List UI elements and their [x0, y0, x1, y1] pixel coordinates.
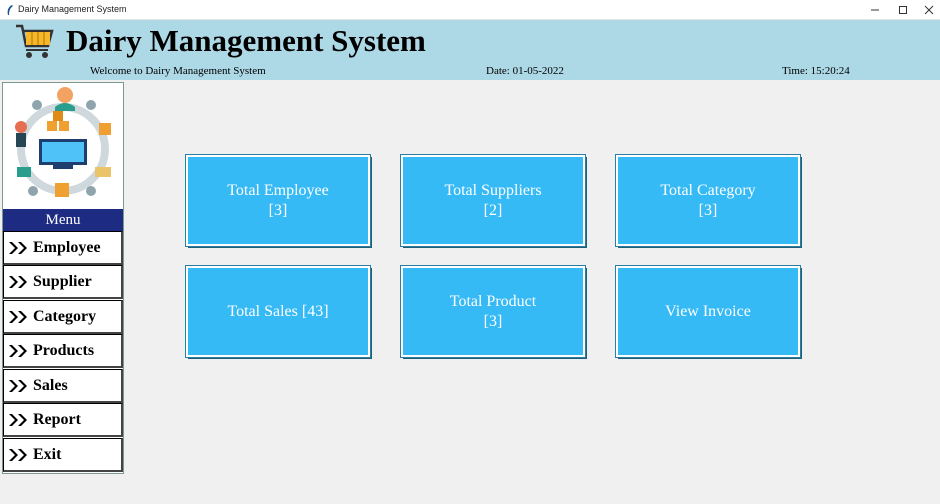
sidebar-item-label: Supplier — [33, 272, 92, 290]
sidebar: Menu Employee Supplier Category Products… — [2, 82, 124, 474]
sidebar-item-label: Report — [33, 410, 81, 428]
feather-icon — [7, 5, 13, 15]
sidebar-item-products[interactable]: Products — [3, 334, 123, 368]
tile-title: Total Suppliers — [444, 181, 542, 199]
sidebar-item-label: Employee — [33, 238, 101, 256]
double-chevron-icon — [9, 241, 27, 254]
app-header: Dairy Management System Welcome to Dairy… — [0, 20, 940, 80]
view-invoice-tile[interactable]: View Invoice — [615, 265, 801, 358]
window-title: Dairy Management System — [18, 4, 127, 14]
double-chevron-icon — [9, 413, 27, 426]
tile-title: Total Employee — [227, 181, 329, 199]
close-button[interactable] — [912, 0, 940, 20]
tile-title: Total Product — [449, 292, 537, 310]
welcome-text: Welcome to Dairy Management System — [90, 65, 266, 77]
sidebar-item-category[interactable]: Category — [3, 300, 123, 334]
total-employee-tile[interactable]: Total Employee [3] — [185, 154, 371, 247]
sidebar-item-label: Category — [33, 307, 97, 325]
tile-count: [2] — [483, 201, 503, 219]
tile-title: Total Sales [43] — [227, 302, 329, 320]
window-titlebar: Dairy Management System — [0, 0, 940, 20]
tile-count: [3] — [483, 312, 503, 330]
double-chevron-icon — [9, 448, 27, 461]
sidebar-item-employee[interactable]: Employee — [3, 231, 123, 265]
total-category-tile[interactable]: Total Category [3] — [615, 154, 801, 247]
date-display: Date: 01-05-2022 — [486, 65, 564, 77]
total-sales-tile[interactable]: Total Sales [43] — [185, 265, 371, 358]
double-chevron-icon — [9, 275, 27, 288]
app-title: Dairy Management System — [66, 23, 426, 58]
logistics-illustration — [3, 83, 123, 209]
shopping-cart-icon — [16, 24, 54, 58]
time-display: Time: 15:20:24 — [782, 65, 850, 77]
sidebar-item-exit[interactable]: Exit — [3, 438, 123, 472]
sidebar-item-label: Exit — [33, 445, 62, 463]
double-chevron-icon — [9, 379, 27, 392]
total-suppliers-tile[interactable]: Total Suppliers [2] — [400, 154, 586, 247]
menu-header: Menu — [3, 209, 123, 231]
tile-count: [3] — [698, 201, 718, 219]
sidebar-item-label: Products — [33, 341, 95, 359]
tile-count: [3] — [268, 201, 288, 219]
double-chevron-icon — [9, 344, 27, 357]
sidebar-item-report[interactable]: Report — [3, 403, 123, 437]
sidebar-item-label: Sales — [33, 376, 68, 394]
total-product-tile[interactable]: Total Product [3] — [400, 265, 586, 358]
sidebar-item-sales[interactable]: Sales — [3, 369, 123, 403]
sidebar-item-supplier[interactable]: Supplier — [3, 265, 123, 299]
tile-title: View Invoice — [665, 302, 751, 320]
tile-title: Total Category — [660, 181, 756, 199]
double-chevron-icon — [9, 310, 27, 323]
